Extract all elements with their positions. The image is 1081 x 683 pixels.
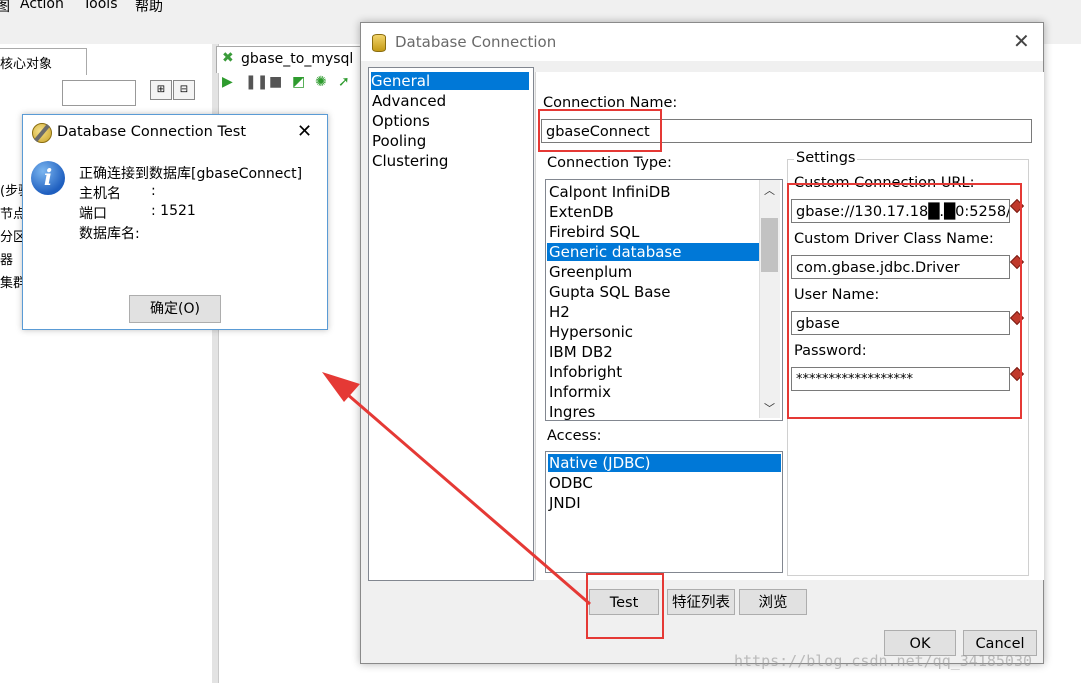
annotation-arrow (322, 372, 591, 606)
watermark: https://blog.csdn.net/qq_34185030 (734, 652, 1033, 670)
